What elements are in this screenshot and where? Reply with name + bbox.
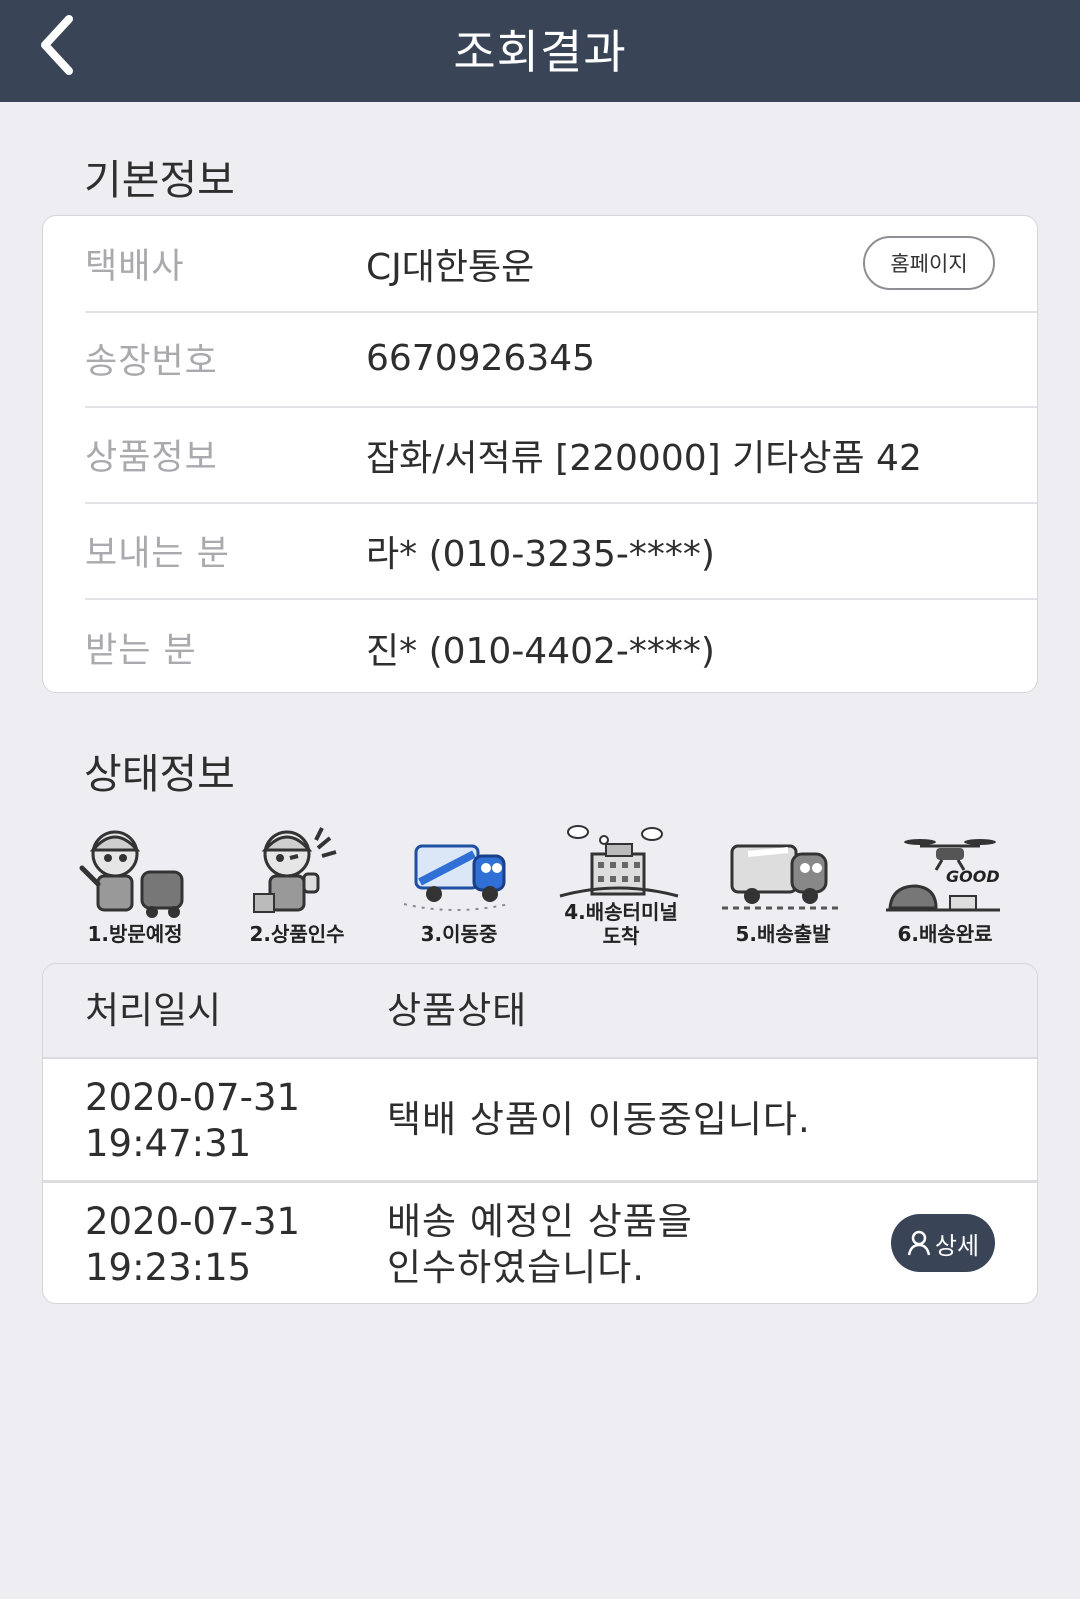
row-date: 2020-07-31 bbox=[85, 1200, 301, 1243]
moving-truck-icon bbox=[403, 844, 510, 911]
homepage-button[interactable]: 홈페이지 bbox=[863, 236, 995, 290]
person-icon bbox=[907, 1230, 931, 1256]
info-row-courier: 택배사 CJ대한통운 홈페이지 bbox=[85, 216, 1037, 313]
status-info-title: 상태정보 bbox=[84, 750, 235, 798]
step-label: 5.배송출발 bbox=[735, 922, 831, 946]
courier-worker-icon bbox=[79, 830, 184, 918]
row-date: 2020-07-31 bbox=[85, 1076, 301, 1119]
status-table-header: 처리일시 상품상태 bbox=[43, 964, 1037, 1059]
courier-label: 택배사 bbox=[85, 247, 185, 287]
step-pickup: 2.상품인수 bbox=[222, 818, 372, 958]
invoice-value: 6670926345 bbox=[366, 338, 596, 379]
courier-value: CJ대한통운 bbox=[366, 246, 535, 288]
app-header: 조회결과 bbox=[0, 0, 1080, 102]
info-row-invoice: 송장번호 6670926345 bbox=[85, 311, 1037, 408]
step-label: 6.배송완료 bbox=[897, 922, 993, 946]
step-moving: 3.이동중 bbox=[384, 818, 534, 958]
step-label-second-line: 도착 bbox=[602, 924, 640, 948]
sender-value: 라* (010-3235-****) bbox=[366, 533, 715, 575]
row-status: 택배 상품이 이동중입니다. bbox=[387, 1098, 811, 1141]
step-visit: 1.방문예정 bbox=[60, 818, 210, 958]
invoice-label: 송장번호 bbox=[85, 342, 218, 382]
receiver-label: 받는 분 bbox=[85, 631, 197, 671]
product-value: 잡화/서적류 [220000] 기타상품 42 bbox=[366, 437, 922, 479]
delivery-truck-icon bbox=[722, 844, 838, 910]
svg-text:GOOD: GOOD bbox=[946, 867, 1000, 886]
detail-button-label: 상세 bbox=[934, 1231, 980, 1260]
step-complete: GOOD 6.배송완료 bbox=[870, 818, 1020, 958]
row-status-second-line: 인수하였습니다. bbox=[387, 1246, 646, 1289]
drone-delivery-icon: GOOD bbox=[886, 839, 1000, 912]
row-time: 19:23:15 bbox=[85, 1246, 252, 1289]
table-row: 2020-07-31 19:23:15 배송 예정인 상품을 인수하였습니다. … bbox=[43, 1183, 1037, 1303]
step-label: 4.배송터미널 bbox=[564, 900, 678, 924]
courier-thumbs-up-icon bbox=[253, 827, 337, 913]
detail-button[interactable]: 상세 bbox=[891, 1214, 995, 1272]
info-row-receiver: 받는 분 진* (010-4402-****) bbox=[85, 599, 1037, 692]
step-terminal: 4.배송터미널 도착 bbox=[546, 818, 696, 958]
step-label: 2.상품인수 bbox=[249, 922, 345, 946]
page-title: 조회결과 bbox=[453, 25, 627, 79]
step-departure: 5.배송출발 bbox=[708, 818, 858, 958]
step-label: 3.이동중 bbox=[420, 922, 498, 946]
delivery-steps: 1.방문예정 2.상품인수 3.이동중 4.배송터미널 도착 5.배송출발 GO… bbox=[60, 818, 1020, 958]
receiver-value: 진* (010-4402-****) bbox=[366, 630, 715, 672]
product-label: 상품정보 bbox=[85, 438, 218, 478]
column-status-header: 상품상태 bbox=[387, 989, 528, 1032]
status-table: 처리일시 상품상태 2020-07-31 19:47:31 택배 상품이 이동중… bbox=[42, 963, 1038, 1304]
table-row: 2020-07-31 19:47:31 택배 상품이 이동중입니다. bbox=[43, 1059, 1037, 1183]
row-time: 19:47:31 bbox=[85, 1122, 252, 1165]
row-status: 배송 예정인 상품을 bbox=[387, 1200, 693, 1243]
basic-info-title: 기본정보 bbox=[84, 156, 235, 204]
column-time-header: 처리일시 bbox=[85, 989, 222, 1032]
info-row-sender: 보내는 분 라* (010-3235-****) bbox=[85, 503, 1037, 600]
step-label: 1.방문예정 bbox=[87, 922, 183, 946]
sender-label: 보내는 분 bbox=[85, 534, 230, 574]
basic-info-card: 택배사 CJ대한통운 홈페이지 송장번호 6670926345 상품정보 잡화/… bbox=[42, 215, 1038, 693]
info-row-product: 상품정보 잡화/서적류 [220000] 기타상품 42 bbox=[85, 407, 1037, 504]
